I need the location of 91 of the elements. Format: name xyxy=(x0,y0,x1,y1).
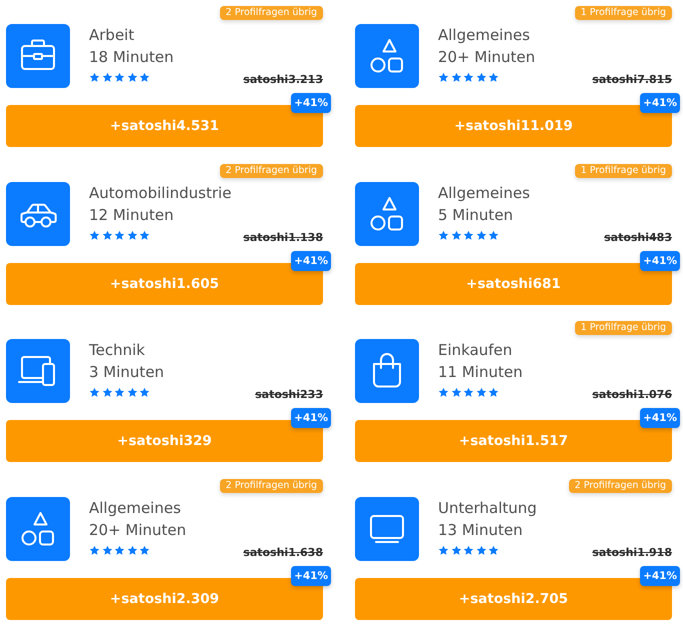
survey-duration: 20+ Minuten xyxy=(438,47,536,68)
star-icon xyxy=(114,230,125,240)
survey-duration: 3 Minuten xyxy=(89,362,164,383)
star-icon xyxy=(114,387,125,398)
shapes-icon xyxy=(355,24,419,88)
shapes-icon xyxy=(6,496,70,560)
star-icon xyxy=(139,230,150,240)
survey-title: Arbeit xyxy=(89,25,136,46)
survey-title: Allgemeines xyxy=(438,182,530,204)
profile-questions-badge: 1 Profilfrage übrig xyxy=(574,164,672,178)
star-icon xyxy=(114,544,125,556)
survey-duration: 20+ Minuten xyxy=(89,520,186,540)
star-icon xyxy=(102,230,112,240)
star-icon xyxy=(438,544,449,556)
old-price: satoshi483 xyxy=(604,230,672,244)
star-icon xyxy=(126,230,138,240)
profile-questions-badge: 2 Profilfragen übrig xyxy=(568,478,672,492)
survey-title: Automobilindustrie xyxy=(89,182,232,204)
bonus-badge: +41% xyxy=(291,250,331,270)
star-icon xyxy=(476,72,486,83)
star-icon xyxy=(463,230,474,240)
old-price: satoshi1.918 xyxy=(592,544,672,560)
star-icon xyxy=(139,387,150,398)
profile-questions-badge: 2 Profilfragen übrig xyxy=(220,6,323,20)
bonus-badge: +41% xyxy=(640,93,680,113)
star-icon xyxy=(126,544,138,556)
shapes-icon xyxy=(355,182,419,246)
car-icon xyxy=(6,182,70,246)
old-price: satoshi1.138 xyxy=(243,230,323,244)
bonus-badge: +41% xyxy=(640,250,680,270)
reward-button[interactable]: +satoshi4.531 xyxy=(6,105,323,147)
star-icon xyxy=(488,387,499,398)
star-icon xyxy=(463,544,474,556)
old-price: satoshi1.638 xyxy=(243,544,323,560)
star-icon xyxy=(450,387,462,398)
old-price: satoshi233 xyxy=(255,387,323,402)
star-icon xyxy=(114,72,125,83)
survey-title: Allgemeines xyxy=(89,498,182,518)
star-icon xyxy=(476,387,486,398)
star-icon xyxy=(488,72,499,83)
bonus-badge: +41% xyxy=(640,566,680,586)
star-icon xyxy=(450,72,462,83)
profile-questions-badge: 1 Profilfrage übrig xyxy=(574,321,672,335)
star-icon xyxy=(89,72,100,83)
bonus-badge: +41% xyxy=(291,408,331,428)
star-icon xyxy=(438,387,449,398)
star-icon xyxy=(102,72,112,83)
star-icon xyxy=(438,230,449,240)
bonus-badge: +41% xyxy=(291,566,331,586)
star-icon xyxy=(126,387,138,398)
old-price: satoshi1.076 xyxy=(592,387,672,402)
profile-questions-badge: 2 Profilfragen übrig xyxy=(220,478,323,492)
star-icon xyxy=(89,387,100,398)
star-icon xyxy=(89,230,100,240)
reward-button[interactable]: +satoshi329 xyxy=(6,420,323,462)
survey-duration: 11 Minuten xyxy=(438,362,523,383)
old-price: satoshi7.815 xyxy=(592,72,672,87)
old-price: satoshi3.213 xyxy=(243,72,323,87)
survey-duration: 12 Minuten xyxy=(89,204,175,226)
star-icon xyxy=(89,544,100,556)
reward-button[interactable]: +satoshi1.517 xyxy=(355,420,672,462)
survey-title: Einkaufen xyxy=(438,340,514,361)
briefcase-icon xyxy=(6,24,70,88)
laptop-phone-icon xyxy=(6,339,70,403)
star-icon xyxy=(476,230,486,240)
star-icon xyxy=(476,544,486,556)
survey-duration: 13 Minuten xyxy=(438,520,524,540)
star-icon xyxy=(488,230,499,240)
star-icon xyxy=(450,544,462,556)
bonus-badge: +41% xyxy=(640,408,680,428)
profile-questions-badge: 2 Profilfragen übrig xyxy=(220,164,323,178)
survey-title: Allgemeines xyxy=(438,25,531,46)
profile-questions-badge: 1 Profilfrage übrig xyxy=(574,6,672,20)
star-icon xyxy=(139,72,150,83)
monitor-icon xyxy=(355,496,419,560)
survey-duration: 5 Minuten xyxy=(438,204,514,226)
reward-button[interactable]: +satoshi11.019 xyxy=(355,105,672,147)
survey-title: Technik xyxy=(89,340,146,361)
star-icon xyxy=(488,544,499,556)
bonus-badge: +41% xyxy=(291,93,331,113)
star-icon xyxy=(126,72,138,83)
star-icon xyxy=(102,387,112,398)
star-icon xyxy=(438,72,449,83)
survey-title: Unterhaltung xyxy=(438,498,537,518)
star-icon xyxy=(463,387,474,398)
star-icon xyxy=(102,544,112,556)
star-icon xyxy=(463,72,474,83)
shopping-bag-icon xyxy=(355,339,419,403)
star-icon xyxy=(450,230,462,240)
survey-duration: 18 Minuten xyxy=(89,47,174,68)
star-icon xyxy=(139,544,150,556)
